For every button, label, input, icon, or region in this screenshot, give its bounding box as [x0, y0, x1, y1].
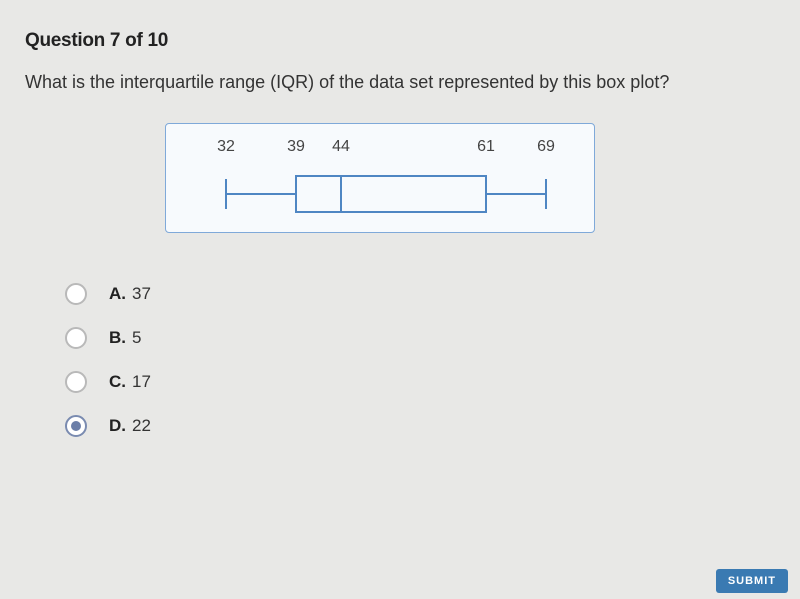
answer-option-b[interactable]: B. 5	[65, 327, 775, 349]
boxplot-chart: 32 39 44 61 69	[165, 123, 595, 233]
answer-value: 37	[132, 284, 151, 304]
answer-letter: D.	[109, 416, 126, 436]
boxplot-label-median: 44	[332, 138, 350, 156]
boxplot-label-min: 32	[217, 138, 235, 156]
boxplot-label-q1: 39	[287, 138, 305, 156]
question-header: Question 7 of 10	[25, 30, 775, 52]
answer-option-d[interactable]: D. 22	[65, 415, 775, 437]
question-text: What is the interquartile range (IQR) of…	[25, 70, 775, 95]
radio-icon	[65, 415, 87, 437]
answer-letter: A.	[109, 284, 126, 304]
answer-option-c[interactable]: C. 17	[65, 371, 775, 393]
answer-letter: B.	[109, 328, 126, 348]
boxplot-label-q3: 61	[477, 138, 495, 156]
radio-icon	[65, 283, 87, 305]
answer-value: 17	[132, 372, 151, 392]
radio-icon	[65, 327, 87, 349]
answer-list: A. 37 B. 5 C. 17 D. 22	[65, 283, 775, 437]
radio-icon	[65, 371, 87, 393]
answer-value: 22	[132, 416, 151, 436]
answer-letter: C.	[109, 372, 126, 392]
answer-option-a[interactable]: A. 37	[65, 283, 775, 305]
boxplot-svg	[166, 164, 596, 224]
submit-button[interactable]: SUBMIT	[716, 569, 788, 593]
boxplot-label-max: 69	[537, 138, 555, 156]
answer-value: 5	[132, 328, 141, 348]
